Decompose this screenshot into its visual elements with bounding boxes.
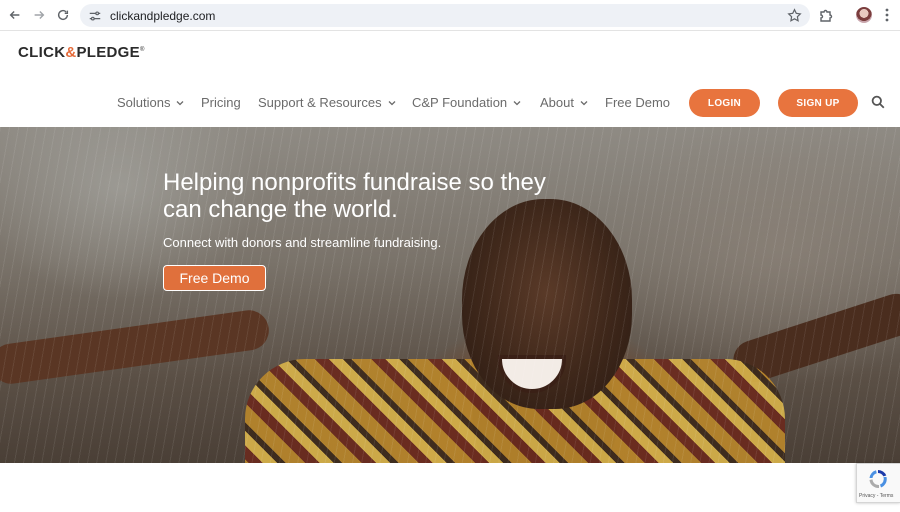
nav-pricing-label: Pricing (201, 95, 241, 110)
forward-button[interactable] (27, 3, 51, 27)
nav-solutions[interactable]: Solutions (117, 95, 184, 110)
nav-cp-foundation[interactable]: C&P Foundation (412, 95, 521, 110)
hero-subtitle: Connect with donors and streamline fundr… (163, 235, 442, 250)
nav-free-demo-label: Free Demo (605, 95, 671, 110)
arrow-left-icon (9, 11, 20, 19)
hero-text-block: Helping nonprofits fundraise so they can… (163, 169, 563, 250)
hero-free-demo-button[interactable]: Free Demo (163, 265, 266, 291)
nav-about[interactable]: About (540, 95, 588, 110)
nav-free-demo[interactable]: Free Demo (605, 95, 670, 110)
nav-solutions-label: Solutions (117, 95, 171, 110)
reload-button[interactable] (51, 3, 75, 27)
recaptcha-terms[interactable]: Privacy - Terms (859, 493, 893, 499)
login-button[interactable]: LOGIN (689, 89, 760, 117)
chevron-down-icon (513, 100, 521, 105)
star-icon[interactable] (787, 8, 802, 23)
logo-amp: & (65, 44, 77, 61)
nav-foundation-label: C&P Foundation (412, 95, 508, 110)
nav-support-label: Support & Resources (258, 95, 382, 110)
recaptcha-badge[interactable]: Privacy - Terms (856, 463, 900, 503)
hero-banner: Helping nonprofits fundraise so they can… (0, 127, 900, 463)
kebab-icon[interactable] (882, 6, 892, 24)
signup-button[interactable]: SIGN UP (778, 89, 858, 117)
url-text[interactable]: clickandpledge.com (110, 9, 215, 23)
arrow-right-icon (34, 11, 45, 19)
nav-pricing[interactable]: Pricing (201, 95, 241, 110)
logo-reg: ® (139, 47, 145, 53)
back-button[interactable] (3, 3, 27, 27)
profile-avatar[interactable] (856, 7, 872, 23)
logo-part2: PLEDGE (76, 44, 140, 61)
chevron-down-icon (177, 100, 184, 105)
address-bar[interactable]: clickandpledge.com (80, 4, 810, 27)
nav-support-resources[interactable]: Support & Resources (258, 95, 396, 110)
search-icon[interactable] (871, 95, 885, 109)
tune-icon[interactable] (88, 9, 102, 23)
hero-title: Helping nonprofits fundraise so they can… (163, 169, 546, 223)
chevron-down-icon (388, 100, 396, 105)
recaptcha-icon (869, 470, 887, 489)
chevron-down-icon (580, 100, 588, 105)
reload-icon (57, 9, 69, 21)
site-logo[interactable]: CLICK&PLEDGE® (18, 44, 145, 61)
puzzle-icon[interactable] (818, 6, 836, 24)
browser-toolbar: clickandpledge.com (0, 0, 900, 31)
logo-part1: CLICK (18, 44, 66, 61)
content-area (0, 463, 900, 512)
site-header: CLICK&PLEDGE® Solutions Pricing Support … (0, 31, 900, 127)
nav-about-label: About (540, 95, 574, 110)
